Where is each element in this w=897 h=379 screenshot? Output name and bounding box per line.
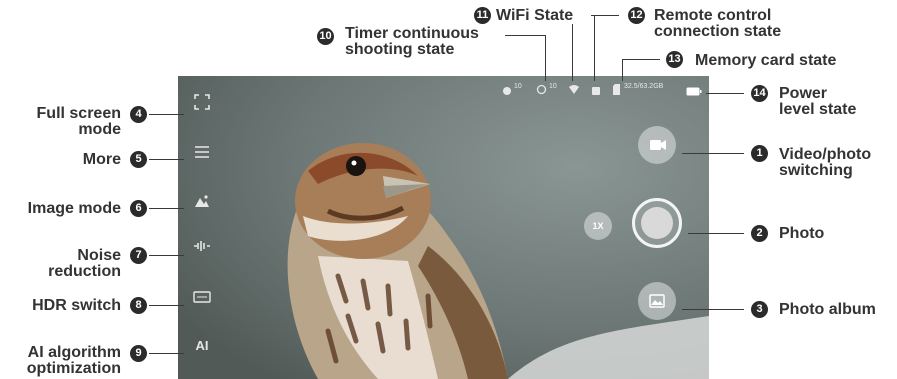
timer-value: 10 bbox=[514, 83, 522, 90]
album-icon bbox=[649, 294, 665, 308]
ai-label: AI algorithm optimization bbox=[26, 344, 121, 377]
memory-value: 32.5/63.2GB bbox=[624, 83, 664, 90]
more-menu-icon[interactable] bbox=[191, 144, 213, 166]
image-mode-icon[interactable] bbox=[191, 193, 213, 215]
photo-label: Photo bbox=[779, 225, 825, 242]
image-mode-label: Image mode bbox=[27, 200, 121, 217]
leader-line-5 bbox=[149, 159, 184, 160]
leader-line-2 bbox=[688, 233, 744, 234]
callout-8: 8 bbox=[130, 297, 147, 314]
fullscreen-label: Full screen mode bbox=[36, 105, 121, 138]
battery-icon bbox=[686, 83, 702, 101]
leader-line-4 bbox=[149, 114, 184, 115]
leader-line-9 bbox=[149, 353, 184, 354]
callout-10: 10 bbox=[317, 28, 334, 45]
remote-status-icon bbox=[591, 83, 601, 101]
shutter-button[interactable] bbox=[632, 198, 682, 248]
hdr-label: HDR switch bbox=[32, 297, 121, 314]
leader-line-12b bbox=[594, 15, 595, 81]
more-label: More bbox=[82, 151, 121, 168]
memory-card-icon bbox=[612, 82, 621, 100]
camera-viewport[interactable]: AI 1X bbox=[178, 76, 709, 379]
leader-line-11 bbox=[572, 24, 573, 81]
leader-line-6 bbox=[149, 208, 184, 209]
bird-image bbox=[178, 76, 709, 379]
leader-line-13b bbox=[622, 59, 623, 81]
callout-4: 4 bbox=[130, 106, 147, 123]
callout-13: 13 bbox=[666, 51, 683, 68]
album-label: Photo album bbox=[779, 301, 876, 318]
leader-line-3 bbox=[682, 309, 744, 310]
zoom-button[interactable]: 1X bbox=[584, 212, 612, 240]
callout-1: 1 bbox=[751, 145, 768, 162]
ai-icon[interactable]: AI bbox=[191, 335, 213, 357]
leader-line-10a bbox=[505, 35, 545, 36]
wifi-label: WiFi State bbox=[496, 7, 574, 24]
callout-11: 11 bbox=[474, 7, 491, 24]
wifi-status-icon bbox=[568, 82, 580, 100]
continuous-value: 10 bbox=[549, 83, 557, 90]
leader-line-1 bbox=[682, 153, 744, 154]
callout-9: 9 bbox=[130, 345, 147, 362]
shutter-inner bbox=[641, 207, 673, 239]
photo-album-button[interactable] bbox=[638, 282, 676, 320]
callout-7: 7 bbox=[130, 247, 147, 264]
leader-line-10b bbox=[545, 35, 546, 81]
remote-label: Remote control connection state bbox=[654, 7, 782, 40]
callout-12: 12 bbox=[628, 7, 645, 24]
power-label: Power level state bbox=[779, 85, 857, 118]
callout-3: 3 bbox=[751, 301, 768, 318]
leader-line-12a bbox=[591, 15, 619, 16]
memory-label: Memory card state bbox=[695, 52, 837, 69]
callout-6: 6 bbox=[130, 200, 147, 217]
callout-2: 2 bbox=[751, 225, 768, 242]
leader-line-14 bbox=[706, 93, 744, 94]
leader-line-13a bbox=[622, 59, 660, 60]
continuous-status-icon bbox=[536, 82, 547, 100]
timer-status-icon bbox=[502, 83, 512, 101]
video-camera-icon bbox=[650, 140, 666, 150]
callout-14: 14 bbox=[751, 85, 768, 102]
video-photo-label: Video/photo switching bbox=[779, 146, 872, 179]
leader-line-7 bbox=[149, 255, 184, 256]
callout-5: 5 bbox=[130, 151, 147, 168]
leader-line-8 bbox=[149, 305, 184, 306]
noise-reduction-icon[interactable] bbox=[191, 238, 213, 260]
timer-label: Timer continuous shooting state bbox=[345, 25, 479, 58]
video-photo-switch-button[interactable] bbox=[638, 126, 676, 164]
noise-reduction-label: Noise reduction bbox=[48, 247, 121, 280]
fullscreen-icon[interactable] bbox=[191, 94, 213, 116]
hdr-icon[interactable] bbox=[191, 288, 213, 310]
status-bar: 10 10 32.5/63.2GB bbox=[502, 81, 707, 96]
